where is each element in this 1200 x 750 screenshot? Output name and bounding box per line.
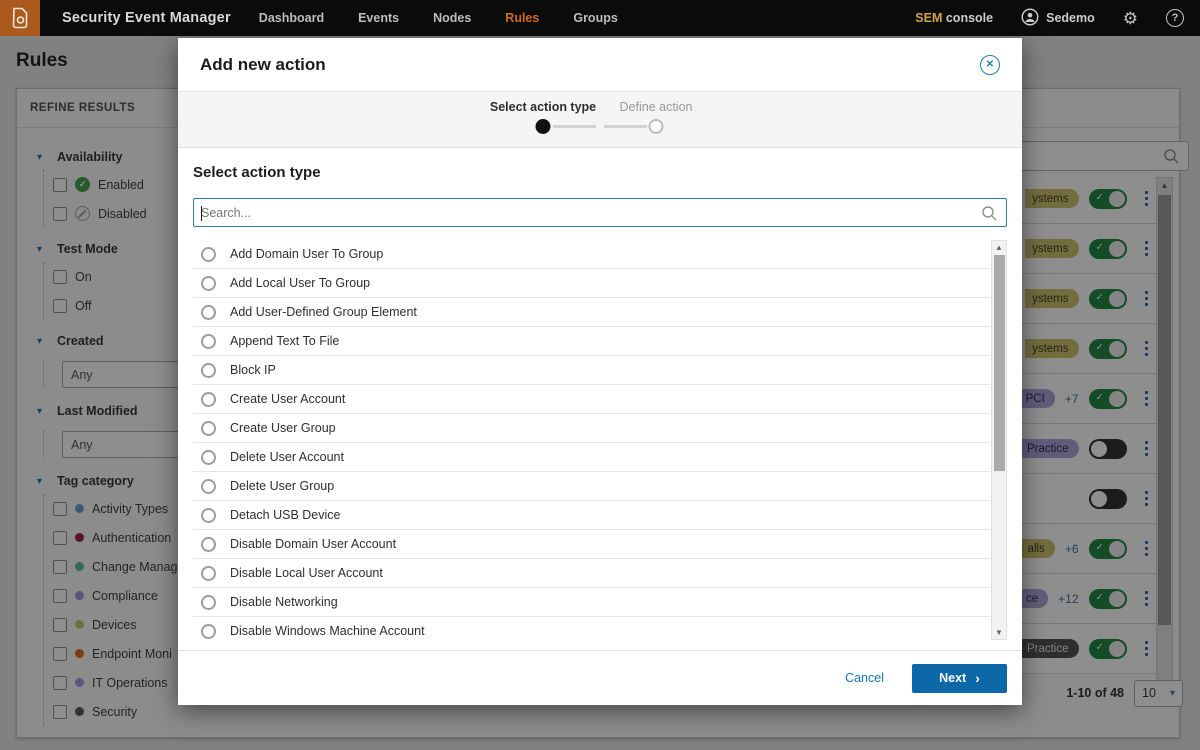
radio-icon[interactable]	[201, 507, 216, 523]
next-button[interactable]: Next ›	[912, 663, 1007, 693]
search-icon	[981, 205, 997, 221]
sem-logo-icon[interactable]	[0, 0, 40, 36]
nav-item-groups[interactable]: Groups	[573, 11, 617, 25]
action-type-option[interactable]: Append Text To File	[193, 327, 990, 356]
nav-item-nodes[interactable]: Nodes	[433, 11, 471, 25]
gear-icon[interactable]: ⚙	[1123, 10, 1138, 27]
chevron-right-icon: ›	[975, 670, 980, 686]
nav-item-events[interactable]: Events	[358, 11, 399, 25]
scroll-up-icon[interactable]: ▲	[992, 243, 1006, 252]
action-type-label: Detach USB Device	[230, 508, 341, 522]
step-label-select-action-type: Select action type	[489, 100, 597, 114]
radio-icon[interactable]	[201, 594, 216, 610]
radio-icon[interactable]	[201, 623, 216, 639]
step-connector	[604, 125, 647, 128]
help-icon[interactable]: ?	[1166, 9, 1184, 27]
top-nav: Security Event Manager Dashboard Events No…	[0, 0, 1200, 36]
radio-icon[interactable]	[201, 449, 216, 465]
radio-icon[interactable]	[201, 478, 216, 494]
action-type-label: Create User Group	[230, 421, 336, 435]
action-type-label: Delete User Account	[230, 450, 344, 464]
scrollbar-thumb[interactable]	[993, 255, 1005, 471]
action-type-label: Delete User Group	[230, 479, 335, 493]
action-type-option[interactable]: Delete User Group	[193, 472, 990, 501]
radio-icon[interactable]	[201, 536, 216, 552]
action-type-option[interactable]: Create User Group	[193, 414, 990, 443]
action-type-list: Add Domain User To Group Add Local User T…	[193, 240, 1007, 640]
action-type-label: Append Text To File	[230, 334, 340, 348]
action-type-option[interactable]: Disable Local User Account	[193, 559, 990, 588]
user-menu[interactable]: Sedemo	[1021, 8, 1095, 29]
radio-icon[interactable]	[201, 391, 216, 407]
action-type-label: Block IP	[230, 363, 276, 377]
action-type-option[interactable]: Disable Domain User Account	[193, 530, 990, 559]
action-type-option[interactable]: Delete User Account	[193, 443, 990, 472]
text-caret	[201, 206, 202, 221]
action-type-option[interactable]: Add Domain User To Group	[193, 240, 990, 269]
app-title: Security Event Manager	[62, 10, 231, 26]
action-type-label: Disable Windows Machine Account	[230, 624, 425, 638]
user-icon	[1021, 8, 1039, 29]
action-type-option[interactable]: Block IP	[193, 356, 990, 385]
nav-item-dashboard[interactable]: Dashboard	[259, 11, 324, 25]
radio-icon[interactable]	[201, 304, 216, 320]
modal-title: Add new action	[200, 54, 326, 74]
action-type-option[interactable]: Add User-Defined Group Element	[193, 298, 990, 327]
radio-icon[interactable]	[201, 333, 216, 349]
action-type-option[interactable]: Disable Networking	[193, 588, 990, 617]
action-type-label: Add User-Defined Group Element	[230, 305, 417, 319]
console-label[interactable]: SEM console	[915, 11, 993, 25]
action-type-label: Disable Networking	[230, 595, 338, 609]
step-connector	[553, 125, 596, 128]
radio-icon[interactable]	[201, 420, 216, 436]
nav-menu: Dashboard Events Nodes Rules Groups	[259, 11, 618, 25]
modal-section-title: Select action type	[193, 164, 321, 181]
modal-list-scrollbar[interactable]: ▲ ▼	[991, 240, 1007, 640]
radio-icon[interactable]	[201, 246, 216, 262]
cancel-button[interactable]: Cancel	[845, 671, 884, 685]
step-label-define-action: Define action	[619, 100, 693, 114]
step-dot-active[interactable]	[535, 119, 551, 134]
radio-icon[interactable]	[201, 565, 216, 581]
scroll-down-icon[interactable]: ▼	[992, 628, 1006, 637]
action-search-bar	[193, 198, 1007, 227]
wizard-stepper: Select action type Define action	[178, 92, 1022, 148]
add-action-modal: Add new action ✕ Select action type Defi…	[178, 38, 1022, 705]
action-type-label: Add Domain User To Group	[230, 247, 384, 261]
action-type-option[interactable]: Detach USB Device	[193, 501, 990, 530]
action-type-option[interactable]: Disable Windows Machine Account	[193, 617, 990, 640]
action-type-label: Disable Local User Account	[230, 566, 383, 580]
action-type-label: Create User Account	[230, 392, 346, 406]
action-search-input[interactable]	[194, 199, 981, 226]
user-name: Sedemo	[1046, 11, 1095, 25]
step-dot-upcoming[interactable]	[648, 119, 664, 134]
nav-item-rules[interactable]: Rules	[505, 11, 539, 25]
close-icon[interactable]: ✕	[980, 54, 1000, 75]
action-type-label: Add Local User To Group	[230, 276, 371, 290]
radio-icon[interactable]	[201, 362, 216, 378]
radio-icon[interactable]	[201, 275, 216, 291]
action-type-option[interactable]: Create User Account	[193, 385, 990, 414]
action-type-option[interactable]: Add Local User To Group	[193, 269, 990, 298]
action-type-label: Disable Domain User Account	[230, 537, 397, 551]
